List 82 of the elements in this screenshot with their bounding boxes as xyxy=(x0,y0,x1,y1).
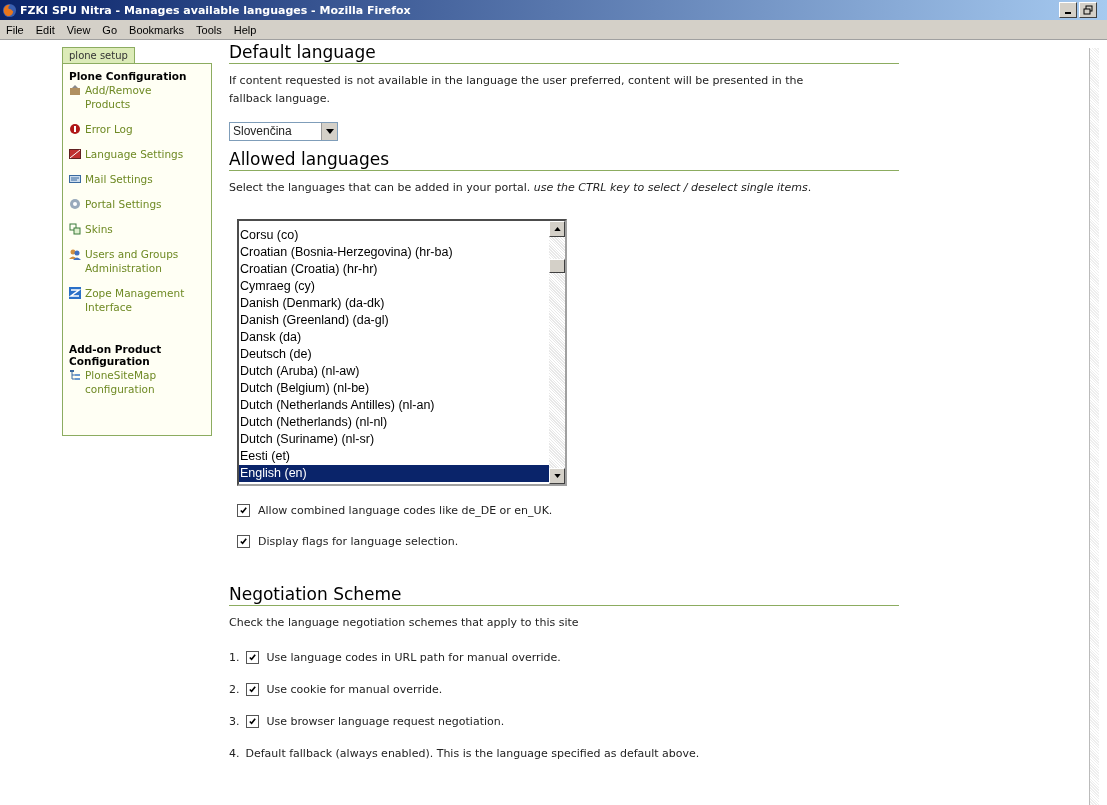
list-option[interactable]: Danish (Denmark) (da-dk) xyxy=(239,295,549,312)
checkbox-label: Use browser language request negotiation. xyxy=(266,715,505,728)
list-option[interactable]: Dutch (Aruba) (nl-aw) xyxy=(239,363,549,380)
users-icon xyxy=(69,248,81,260)
checkbox-label: Allow combined language codes like de_DE or en_UK. xyxy=(258,504,553,517)
list-option[interactable]: Corsu (co) xyxy=(239,227,549,244)
menu-item[interactable]: Go xyxy=(96,23,124,36)
list-option[interactable]: Cymraeg (cy) xyxy=(239,278,549,295)
window-title: FZKI SPU Nitra - Manages available languages - Mozilla Firefox xyxy=(20,3,412,17)
checkbox-label: Use cookie for manual override. xyxy=(266,683,443,696)
checkbox[interactable] xyxy=(245,715,259,728)
list-text: Default fallback (always enabled). This is the language specified as default above. xyxy=(245,747,700,760)
list-option[interactable]: Dutch (Netherlands Antilles) (nl-an) xyxy=(239,397,549,414)
restore-icon xyxy=(1083,5,1093,15)
menu-item[interactable]: View xyxy=(60,23,97,36)
list-option[interactable]: Dutch (Netherlands) (nl-nl) xyxy=(239,414,549,431)
scroll-thumb[interactable] xyxy=(549,259,565,273)
restore-button[interactable] xyxy=(1079,2,1097,18)
section-title: Plone Configuration xyxy=(69,70,188,82)
sidebar-link[interactable]: PloneSiteMap configuration xyxy=(85,368,197,396)
list-number: 1. xyxy=(229,651,240,664)
checkbox[interactable] xyxy=(237,504,250,517)
checkbox[interactable] xyxy=(237,535,250,548)
menu-item[interactable]: File xyxy=(0,23,30,36)
section-heading: Default language xyxy=(229,40,899,64)
flag-icon xyxy=(69,148,81,160)
error-icon xyxy=(69,123,81,135)
minimize-button[interactable] xyxy=(1059,2,1077,18)
sidebar-link[interactable]: Add/Remove Products xyxy=(85,83,197,111)
minimize-icon xyxy=(1065,12,1071,14)
list-option[interactable]: Dansk (da) xyxy=(239,329,549,346)
section-heading: Allowed languages xyxy=(229,147,899,171)
sidebar-link[interactable]: Error Log xyxy=(85,122,133,136)
list-option[interactable]: Eesti (et) xyxy=(239,448,549,465)
list-option[interactable]: Dutch (Suriname) (nl-sr) xyxy=(239,431,549,448)
checkbox[interactable] xyxy=(245,651,259,664)
list-option[interactable]: Croatian (Croatia) (hr-hr) xyxy=(239,261,549,278)
list-number: 4. xyxy=(229,747,240,760)
dropdown-arrow-icon xyxy=(325,129,334,134)
language-dropdown[interactable]: Slovenčina xyxy=(229,122,338,141)
list-option[interactable]: Croatian (Bosnia-Herzegovina) (hr-ba) xyxy=(239,244,549,261)
menu-item[interactable]: Help xyxy=(227,23,263,36)
list-number: 3. xyxy=(229,715,240,728)
zope-icon xyxy=(69,287,81,299)
section-heading: Negotiation Scheme xyxy=(229,582,899,606)
description-text: If content requested is not available in the language the user preferred, content will be presented in the fallback language. xyxy=(229,73,805,107)
sidebar-link[interactable]: Skins xyxy=(85,222,113,236)
list-option[interactable]: Deutsch (de) xyxy=(239,346,549,363)
list-number: 2. xyxy=(229,683,240,696)
check-icon xyxy=(247,685,257,694)
section-title: Add-on Product Configuration xyxy=(69,343,163,367)
mail-icon xyxy=(69,173,81,185)
check-icon xyxy=(239,506,248,515)
scroll-up-icon xyxy=(553,227,561,231)
checkbox-label: Use language codes in URL path for manual override. xyxy=(266,651,561,664)
check-icon xyxy=(239,537,248,546)
checkbox-label: Display flags for language selection. xyxy=(258,535,459,548)
list-option[interactable]: Danish (Greenland) (da-gl) xyxy=(239,312,549,329)
sidebar-link[interactable]: Portal Settings xyxy=(85,197,162,211)
sidebar-link[interactable]: Mail Settings xyxy=(85,172,153,186)
list-option[interactable]: Dutch (Belgium) (nl-be) xyxy=(239,380,549,397)
menu-item[interactable]: Edit xyxy=(29,23,61,36)
portlet-tab[interactable]: plone setup xyxy=(62,47,135,63)
menu-item[interactable]: Tools xyxy=(190,23,228,36)
description-text: Select the languages that can be added in your portal. use the CTRL key to select / deselect single items. xyxy=(229,180,813,196)
sitemap-icon xyxy=(69,369,81,381)
sidebar-link[interactable]: Language Settings xyxy=(85,147,184,161)
sidebar-link[interactable]: Users and Groups Administration xyxy=(85,247,197,275)
language-listbox[interactable] xyxy=(237,219,567,486)
menu-item[interactable]: Bookmarks xyxy=(123,23,191,36)
check-icon xyxy=(247,717,257,726)
sidebar-link[interactable]: Zope Management Interface xyxy=(85,286,197,314)
skins-icon xyxy=(69,223,81,235)
check-icon xyxy=(247,653,257,662)
scrollbar[interactable] xyxy=(549,221,565,484)
list-option[interactable]: English (en) xyxy=(239,465,549,482)
description-text: Check the language negotiation schemes that apply to this site xyxy=(229,615,580,631)
checkbox[interactable] xyxy=(245,683,259,696)
browser-icon xyxy=(2,2,17,18)
scroll-down-icon xyxy=(553,474,561,478)
package-icon xyxy=(69,84,81,96)
gear-icon xyxy=(69,198,81,210)
